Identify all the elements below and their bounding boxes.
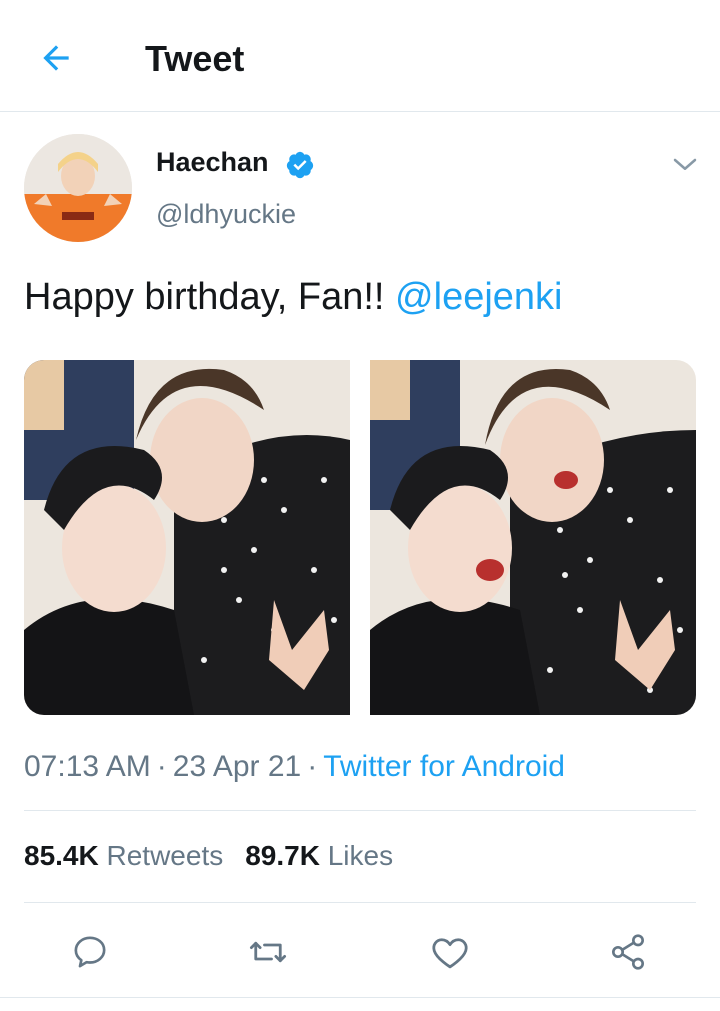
share-icon — [612, 934, 644, 970]
retweets-stat[interactable]: 85.4K Retweets — [24, 840, 223, 871]
likes-stat[interactable]: 89.7K Likes — [245, 840, 393, 871]
meta-separator: · — [156, 750, 167, 783]
meta-separator: · — [307, 750, 318, 783]
retweets-label: Retweets — [106, 840, 224, 871]
arrow-left-icon — [43, 45, 69, 71]
reply-icon — [74, 936, 106, 968]
author-name[interactable]: Haechan — [156, 147, 269, 178]
share-button[interactable] — [606, 930, 650, 974]
divider — [24, 902, 696, 903]
tweet-photo-2[interactable] — [370, 360, 696, 715]
tweet-photo-1[interactable] — [24, 360, 350, 715]
tweet-date: 23 Apr 21 — [172, 750, 302, 783]
retweet-button[interactable] — [246, 930, 290, 974]
avatar[interactable] — [24, 134, 132, 242]
back-button[interactable] — [32, 34, 80, 82]
likes-count: 89.7K — [245, 840, 320, 871]
tweet-text: Happy birthday, Fan!! @leejenki — [24, 276, 562, 319]
retweet-icon — [249, 941, 287, 963]
action-bar — [0, 912, 720, 992]
tweet-source-link[interactable]: Twitter for Android — [323, 750, 565, 783]
author-handle[interactable]: @ldhyuckie — [156, 199, 296, 230]
divider — [0, 997, 720, 998]
reply-button[interactable] — [68, 930, 112, 974]
chevron-down-icon[interactable] — [670, 150, 700, 180]
like-icon — [432, 938, 468, 969]
retweets-count: 85.4K — [24, 840, 99, 871]
top-bar: Tweet — [0, 0, 720, 112]
like-button[interactable] — [428, 930, 472, 974]
page-title: Tweet — [145, 38, 245, 79]
tweet-meta: 07:13 AM · 23 Apr 21 · Twitter for Android — [24, 750, 565, 784]
verified-badge-icon — [286, 151, 314, 179]
likes-label: Likes — [327, 840, 394, 871]
tweet-time: 07:13 AM — [24, 750, 151, 783]
divider — [24, 810, 696, 811]
tweet-stats: 85.4K Retweets 89.7K Likes — [24, 840, 415, 872]
tweet-body-text: Happy birthday, Fan!! — [24, 276, 396, 318]
mention-link[interactable]: @leejenki — [395, 276, 562, 318]
